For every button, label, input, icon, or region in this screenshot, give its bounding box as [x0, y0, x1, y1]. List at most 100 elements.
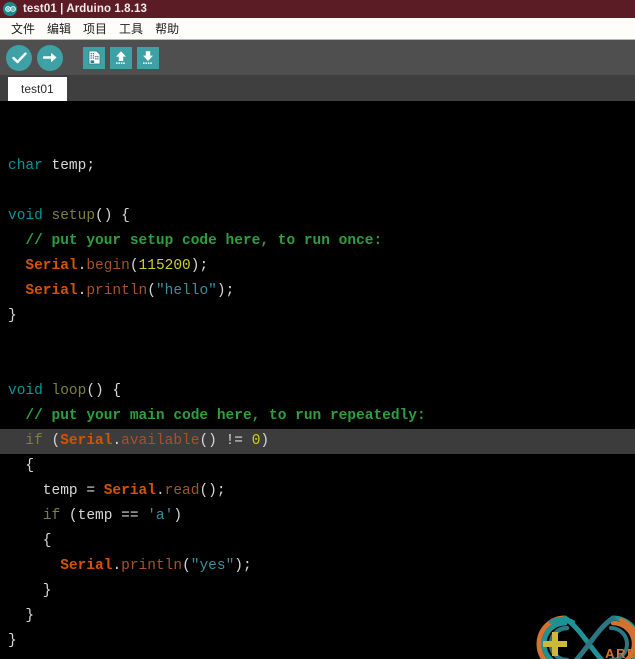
code-token: (: [182, 558, 191, 574]
arrow-up-icon: [114, 50, 128, 65]
code-token: Serial: [60, 433, 113, 449]
code-token: if: [25, 433, 43, 449]
code-token: () !=: [199, 433, 252, 449]
code-token: void: [8, 383, 43, 399]
code-token: begin: [86, 258, 130, 274]
code-token: {: [8, 458, 35, 474]
code-token: void: [8, 208, 43, 224]
menu-tools[interactable]: 工具: [113, 19, 149, 38]
code-token: (: [147, 283, 156, 299]
code-line[interactable]: if (temp == 'a'): [0, 504, 635, 529]
code-token: loop: [51, 383, 87, 399]
code-token: // put your main code here, to run repea…: [25, 408, 426, 424]
arrow-right-icon: [42, 51, 58, 64]
code-token: "yes": [190, 558, 235, 574]
code-line[interactable]: {: [0, 454, 635, 479]
checkmark-icon: [11, 51, 27, 64]
code-token: .: [112, 433, 122, 449]
code-line[interactable]: // put your main code here, to run repea…: [0, 404, 635, 429]
verify-button[interactable]: [6, 44, 32, 71]
code-token: ();: [199, 483, 226, 499]
save-button[interactable]: [137, 46, 159, 69]
code-token: "hello": [155, 283, 217, 299]
code-token: 115200: [138, 258, 191, 274]
menu-sketch[interactable]: 项目: [77, 19, 113, 38]
code-line[interactable]: void loop() {: [0, 379, 635, 404]
code-token: Serial: [25, 283, 78, 299]
code-line[interactable]: if (Serial.available() != 0): [0, 429, 635, 454]
code-token: () {: [86, 383, 122, 399]
window-title: test01 | Arduino 1.8.13: [23, 3, 147, 15]
code-token: println: [121, 558, 183, 574]
code-token: 'a': [147, 508, 174, 524]
code-token: if: [42, 508, 61, 524]
code-line[interactable]: Serial.println("hello");: [0, 279, 635, 304]
menu-help[interactable]: 帮助: [149, 19, 185, 38]
code-line[interactable]: }: [0, 304, 635, 329]
code-token: (: [42, 433, 61, 449]
code-line[interactable]: }: [0, 604, 635, 629]
code-token: char: [8, 158, 43, 174]
code-line[interactable]: [0, 179, 635, 204]
code-line[interactable]: [0, 329, 635, 354]
code-line[interactable]: // put your setup code here, to run once…: [0, 229, 635, 254]
code-line[interactable]: }: [0, 629, 635, 654]
code-token: Serial: [60, 558, 113, 574]
code-line[interactable]: void setup() {: [0, 204, 635, 229]
menu-bar: 文件 编辑 项目 工具 帮助: [0, 18, 635, 40]
code-editor[interactable]: char temp; void setup() { // put your se…: [0, 101, 635, 659]
arduino-ide-window: test01 | Arduino 1.8.13 文件 编辑 项目 工具 帮助 t…: [0, 0, 635, 659]
new-button[interactable]: [83, 46, 105, 69]
code-token: .: [155, 483, 165, 499]
code-token: {: [8, 533, 52, 549]
code-token: );: [216, 283, 235, 299]
code-line[interactable]: Serial.begin(115200);: [0, 254, 635, 279]
tab-test01[interactable]: test01: [8, 77, 67, 101]
code-token: (temp ==: [60, 508, 148, 524]
code-line[interactable]: [0, 354, 635, 379]
tab-strip: test01: [0, 75, 635, 101]
code-token: setup: [51, 208, 96, 224]
title-bar: test01 | Arduino 1.8.13: [0, 0, 635, 18]
arduino-logo-icon: [3, 2, 17, 16]
code-token: }: [8, 608, 35, 624]
code-token: () {: [95, 208, 130, 224]
menu-file[interactable]: 文件: [5, 19, 41, 38]
code-line[interactable]: char temp;: [0, 154, 635, 179]
arrow-down-icon: [141, 50, 155, 65]
code-token: Serial: [103, 483, 156, 499]
new-document-icon: [88, 50, 101, 65]
code-line[interactable]: {: [0, 529, 635, 554]
code-token: Serial: [25, 258, 78, 274]
code-line[interactable]: }: [0, 579, 635, 604]
code-token: ): [173, 508, 183, 524]
code-area[interactable]: char temp; void setup() { // put your se…: [0, 154, 635, 654]
code-token: }: [8, 633, 17, 649]
toolbar: [0, 40, 635, 75]
code-token: .: [112, 558, 122, 574]
code-token: read: [164, 483, 200, 499]
code-token: temp =: [8, 483, 104, 499]
code-token: (: [129, 258, 139, 274]
code-token: );: [234, 558, 252, 574]
code-token: ): [260, 433, 270, 449]
code-token: available: [121, 433, 200, 449]
menu-edit[interactable]: 编辑: [41, 19, 77, 38]
code-line[interactable]: Serial.println("yes");: [0, 554, 635, 579]
upload-button[interactable]: [37, 44, 63, 71]
code-token: println: [86, 283, 148, 299]
open-button[interactable]: [110, 46, 132, 69]
code-token: temp;: [42, 158, 96, 174]
code-token: }: [8, 583, 52, 599]
code-token: }: [8, 308, 17, 324]
code-line[interactable]: temp = Serial.read();: [0, 479, 635, 504]
